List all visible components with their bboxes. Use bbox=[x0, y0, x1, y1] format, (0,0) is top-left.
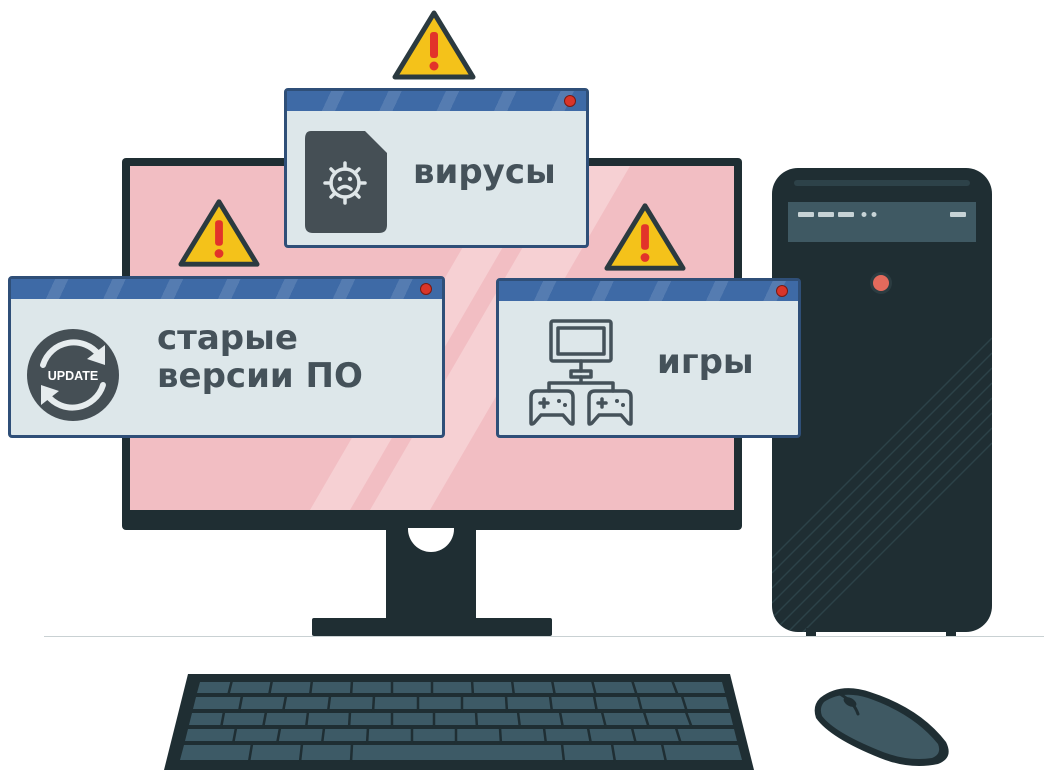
virus-file-icon bbox=[305, 131, 387, 233]
close-icon[interactable] bbox=[564, 95, 576, 107]
monitor-stand-base bbox=[312, 618, 552, 636]
desk-line bbox=[44, 636, 1044, 637]
mouse bbox=[814, 688, 949, 766]
update-icon: UPDATE bbox=[27, 329, 119, 421]
alert-window-viruses: вирусы bbox=[284, 88, 589, 248]
computer-gamepads-icon bbox=[529, 319, 633, 426]
close-icon[interactable] bbox=[420, 283, 432, 295]
window-title-bar bbox=[11, 279, 442, 299]
window-label-old-software: старые версии ПО bbox=[157, 319, 363, 395]
warning-triangle-icon bbox=[392, 10, 476, 80]
close-icon[interactable] bbox=[776, 285, 788, 297]
window-label-games: игры bbox=[657, 342, 754, 382]
window-label-line-1: старые bbox=[157, 318, 298, 358]
window-title-bar bbox=[287, 91, 586, 111]
power-led-icon bbox=[873, 275, 889, 291]
alert-window-games: игры bbox=[496, 278, 801, 438]
update-icon-text: UPDATE bbox=[48, 369, 98, 383]
tower-top-slot bbox=[794, 180, 970, 186]
tower-drive-panel bbox=[788, 202, 976, 242]
warning-triangle-icon bbox=[178, 199, 260, 267]
window-title-bar bbox=[499, 281, 798, 301]
window-label-line-2: версии ПО bbox=[157, 356, 363, 397]
warning-triangle-icon bbox=[604, 203, 686, 271]
keyboard bbox=[164, 674, 754, 770]
window-label-viruses: вирусы bbox=[413, 152, 556, 192]
alert-window-old-software: UPDATE старые версии ПО bbox=[8, 276, 445, 438]
tower-feet bbox=[806, 628, 956, 636]
drive-indicators bbox=[798, 212, 966, 217]
